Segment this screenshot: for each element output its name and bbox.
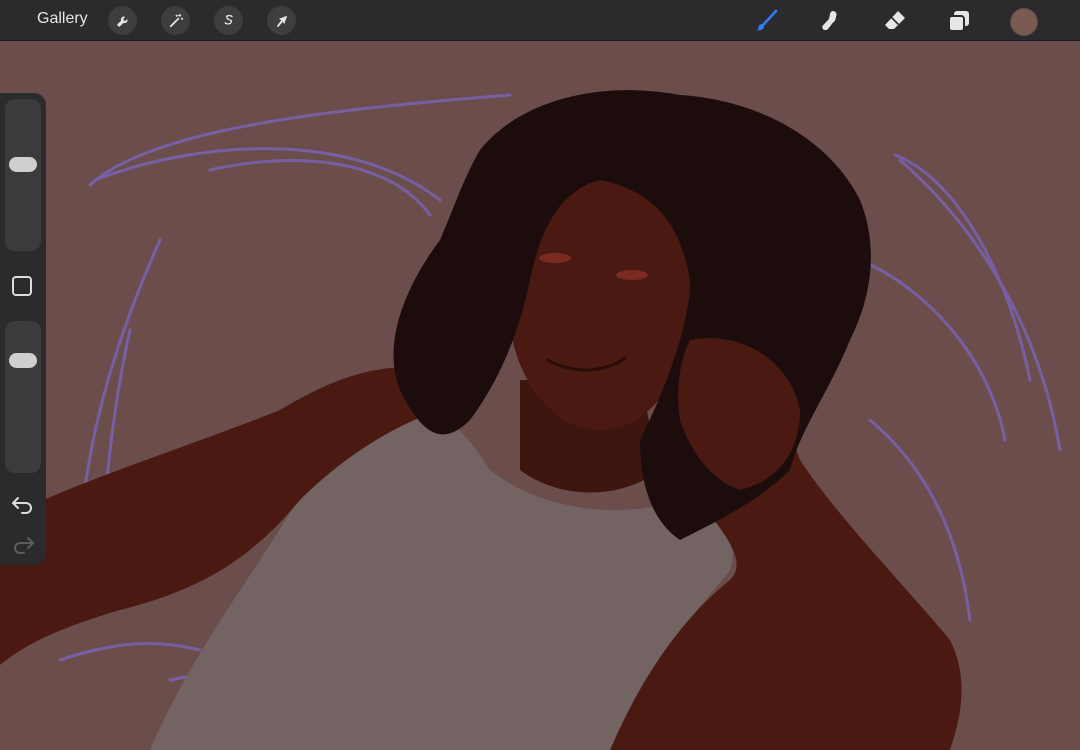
brush-size-slider[interactable] <box>5 99 41 251</box>
undo-arrow-icon[interactable] <box>10 493 36 515</box>
artwork <box>0 41 1080 750</box>
redo-arrow-icon[interactable] <box>10 533 36 555</box>
gallery-button[interactable]: Gallery <box>37 10 88 28</box>
magic-wand-icon[interactable] <box>161 6 190 35</box>
square-outline-icon[interactable] <box>12 276 32 296</box>
selection-s-icon[interactable] <box>214 6 243 35</box>
color-swatch[interactable] <box>1010 8 1038 36</box>
side-toolbar <box>0 93 46 565</box>
opacity-slider[interactable] <box>5 321 41 473</box>
smudge-finger-icon[interactable] <box>815 6 845 36</box>
eraser-icon[interactable] <box>880 6 910 36</box>
drawing-canvas[interactable] <box>0 41 1080 750</box>
brush-icon[interactable] <box>752 6 782 36</box>
layers-icon[interactable] <box>944 6 974 36</box>
opacity-knob[interactable] <box>9 353 37 368</box>
left-eye <box>539 253 571 263</box>
right-eye <box>616 270 648 280</box>
top-toolbar: Gallery <box>0 0 1080 41</box>
arrow-cursor-icon[interactable] <box>267 6 296 35</box>
brush-size-knob[interactable] <box>9 157 37 172</box>
wrench-icon[interactable] <box>108 6 137 35</box>
